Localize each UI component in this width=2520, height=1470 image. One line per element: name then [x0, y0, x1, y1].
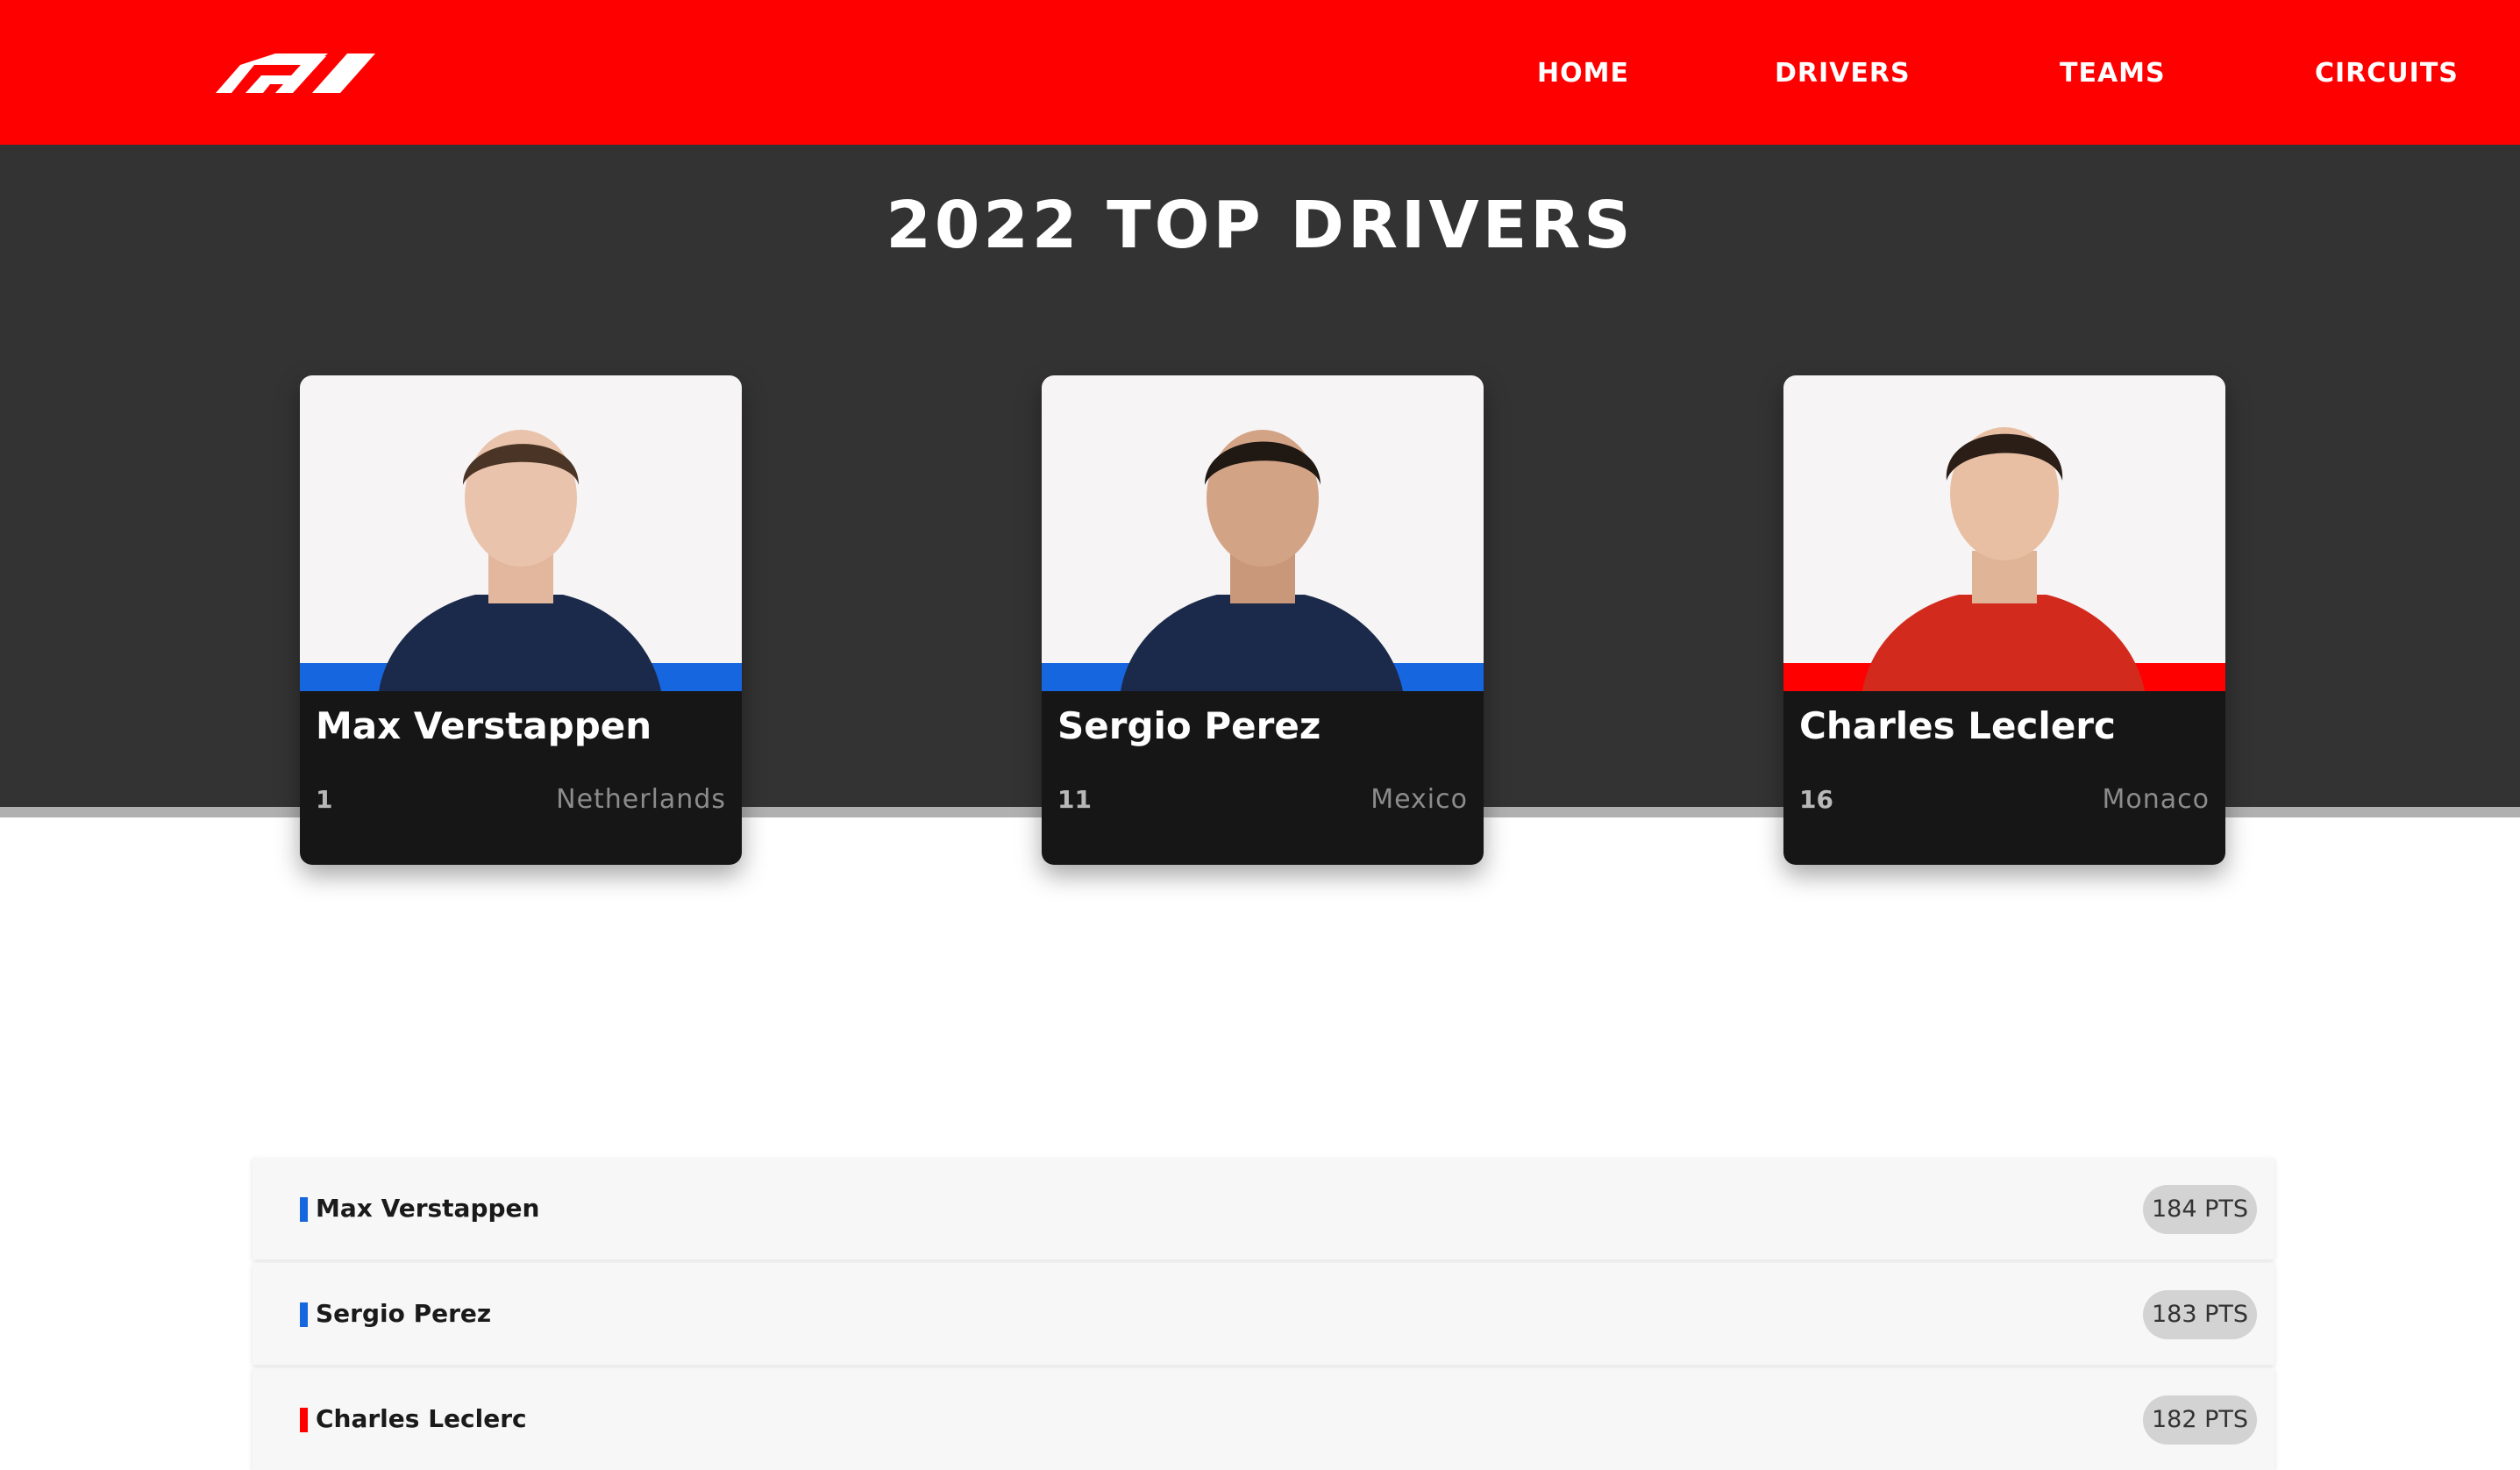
- nav-link-teams[interactable]: TEAMS: [2060, 56, 2166, 91]
- standings-row[interactable]: Sergio Perez 183 PTS: [253, 1263, 2274, 1365]
- driver-name: Max Verstappen: [316, 704, 652, 747]
- f1-logo[interactable]: [216, 49, 375, 93]
- team-color-bar: [300, 1408, 308, 1432]
- driver-name: Charles Leclerc: [1799, 704, 2116, 747]
- team-color-bar: [300, 1197, 308, 1222]
- nav-link-circuits[interactable]: CIRCUITS: [2315, 56, 2459, 91]
- driver-photo: [300, 375, 742, 691]
- driver-portrait-icon: [379, 430, 661, 691]
- nav-link-home[interactable]: HOME: [1537, 56, 1629, 91]
- driver-name: Sergio Perez: [1057, 704, 1321, 747]
- standings-row[interactable]: Charles Leclerc 182 PTS: [253, 1368, 2274, 1470]
- driver-portrait-icon: [1121, 430, 1403, 691]
- points-badge: 184 PTS: [2142, 1185, 2257, 1234]
- team-color-bar: [300, 1302, 308, 1327]
- driver-number: 11: [1057, 785, 1092, 814]
- driver-portrait-icon: [1862, 427, 2145, 691]
- standings-driver-name: Max Verstappen: [316, 1194, 540, 1223]
- driver-card-leclerc[interactable]: Charles Leclerc 16 Monaco: [1783, 375, 2225, 865]
- driver-number: 16: [1799, 785, 1833, 814]
- driver-card-perez[interactable]: Sergio Perez 11 Mexico: [1042, 375, 1484, 865]
- driver-photo: [1042, 375, 1484, 691]
- driver-number: 1: [316, 785, 333, 814]
- standings-driver-name: Charles Leclerc: [316, 1404, 527, 1433]
- driver-country: Netherlands: [556, 784, 726, 815]
- points-badge: 183 PTS: [2142, 1290, 2257, 1339]
- driver-country: Mexico: [1370, 784, 1468, 815]
- standings-list: Max Verstappen 184 PTS Sergio Perez 183 …: [253, 1158, 2274, 1470]
- nav-link-drivers[interactable]: DRIVERS: [1775, 56, 1911, 91]
- standings-driver-name: Sergio Perez: [316, 1299, 492, 1328]
- points-badge: 182 PTS: [2142, 1395, 2257, 1445]
- driver-country: Monaco: [2102, 784, 2210, 815]
- driver-card-verstappen[interactable]: Max Verstappen 1 Netherlands: [300, 375, 742, 865]
- driver-photo: [1783, 375, 2225, 691]
- navbar: HOME DRIVERS TEAMS CIRCUITS: [0, 0, 2520, 145]
- standings-row[interactable]: Max Verstappen 184 PTS: [253, 1158, 2274, 1259]
- page-title: 2022 TOP DRIVERS: [886, 188, 1634, 263]
